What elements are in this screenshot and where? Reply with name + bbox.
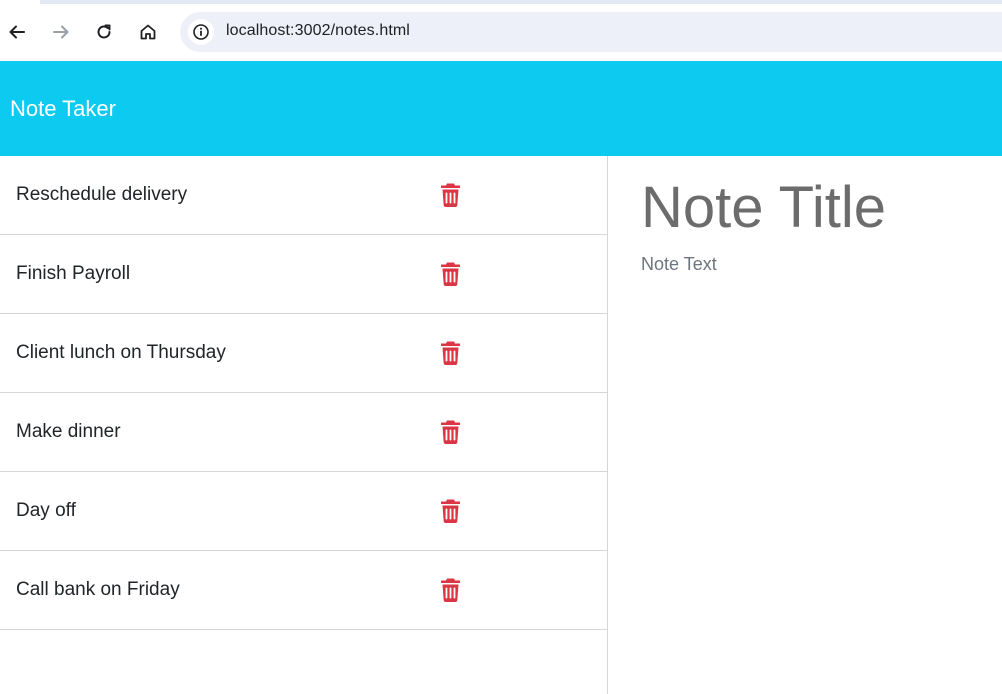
address-bar[interactable]: localhost:3002/notes.html	[180, 12, 1002, 52]
app-navbar: Note Taker	[0, 61, 1002, 156]
note-list-item[interactable]: Call bank on Friday	[0, 551, 607, 630]
trash-icon[interactable]	[440, 420, 461, 444]
note-list-item[interactable]: Make dinner	[0, 393, 607, 472]
note-title-input[interactable]	[641, 174, 991, 241]
note-item-title: Call bank on Friday	[16, 579, 180, 600]
note-item-title: Client lunch on Thursday	[16, 342, 226, 363]
info-icon	[193, 24, 209, 40]
notes-list: Reschedule delivery Finish Payroll Client …	[0, 156, 608, 694]
reload-button[interactable]	[90, 18, 118, 46]
note-list-item[interactable]: Reschedule delivery	[0, 156, 607, 235]
active-tab-edge	[0, 0, 40, 4]
browser-toolbar: localhost:3002/notes.html	[0, 0, 1002, 61]
arrow-left-icon	[9, 25, 25, 39]
note-editor	[609, 156, 1002, 694]
note-item-title: Finish Payroll	[16, 263, 131, 284]
note-list-item[interactable]: Finish Payroll	[0, 235, 607, 314]
forward-button[interactable]	[47, 18, 75, 46]
note-item-title: Make dinner	[16, 421, 121, 442]
app-title[interactable]: Note Taker	[10, 96, 116, 122]
back-button[interactable]	[3, 18, 31, 46]
note-item-title: Reschedule delivery	[16, 184, 188, 205]
reload-icon	[97, 24, 111, 39]
note-list-item[interactable]: Client lunch on Thursday	[0, 314, 607, 393]
home-button[interactable]	[134, 18, 162, 46]
browser-tab-strip	[0, 0, 1002, 4]
note-text-input[interactable]	[641, 254, 981, 314]
site-info-button[interactable]	[188, 19, 214, 45]
trash-icon[interactable]	[440, 578, 461, 602]
note-item-title: Day off	[16, 500, 76, 521]
trash-icon[interactable]	[440, 262, 461, 286]
arrow-right-icon	[53, 25, 69, 39]
trash-icon[interactable]	[440, 499, 461, 523]
note-list-item[interactable]: Day off	[0, 472, 607, 551]
url-text[interactable]: localhost:3002/notes.html	[226, 22, 410, 40]
home-icon	[140, 24, 156, 40]
trash-icon[interactable]	[440, 341, 461, 365]
trash-icon[interactable]	[440, 183, 461, 207]
